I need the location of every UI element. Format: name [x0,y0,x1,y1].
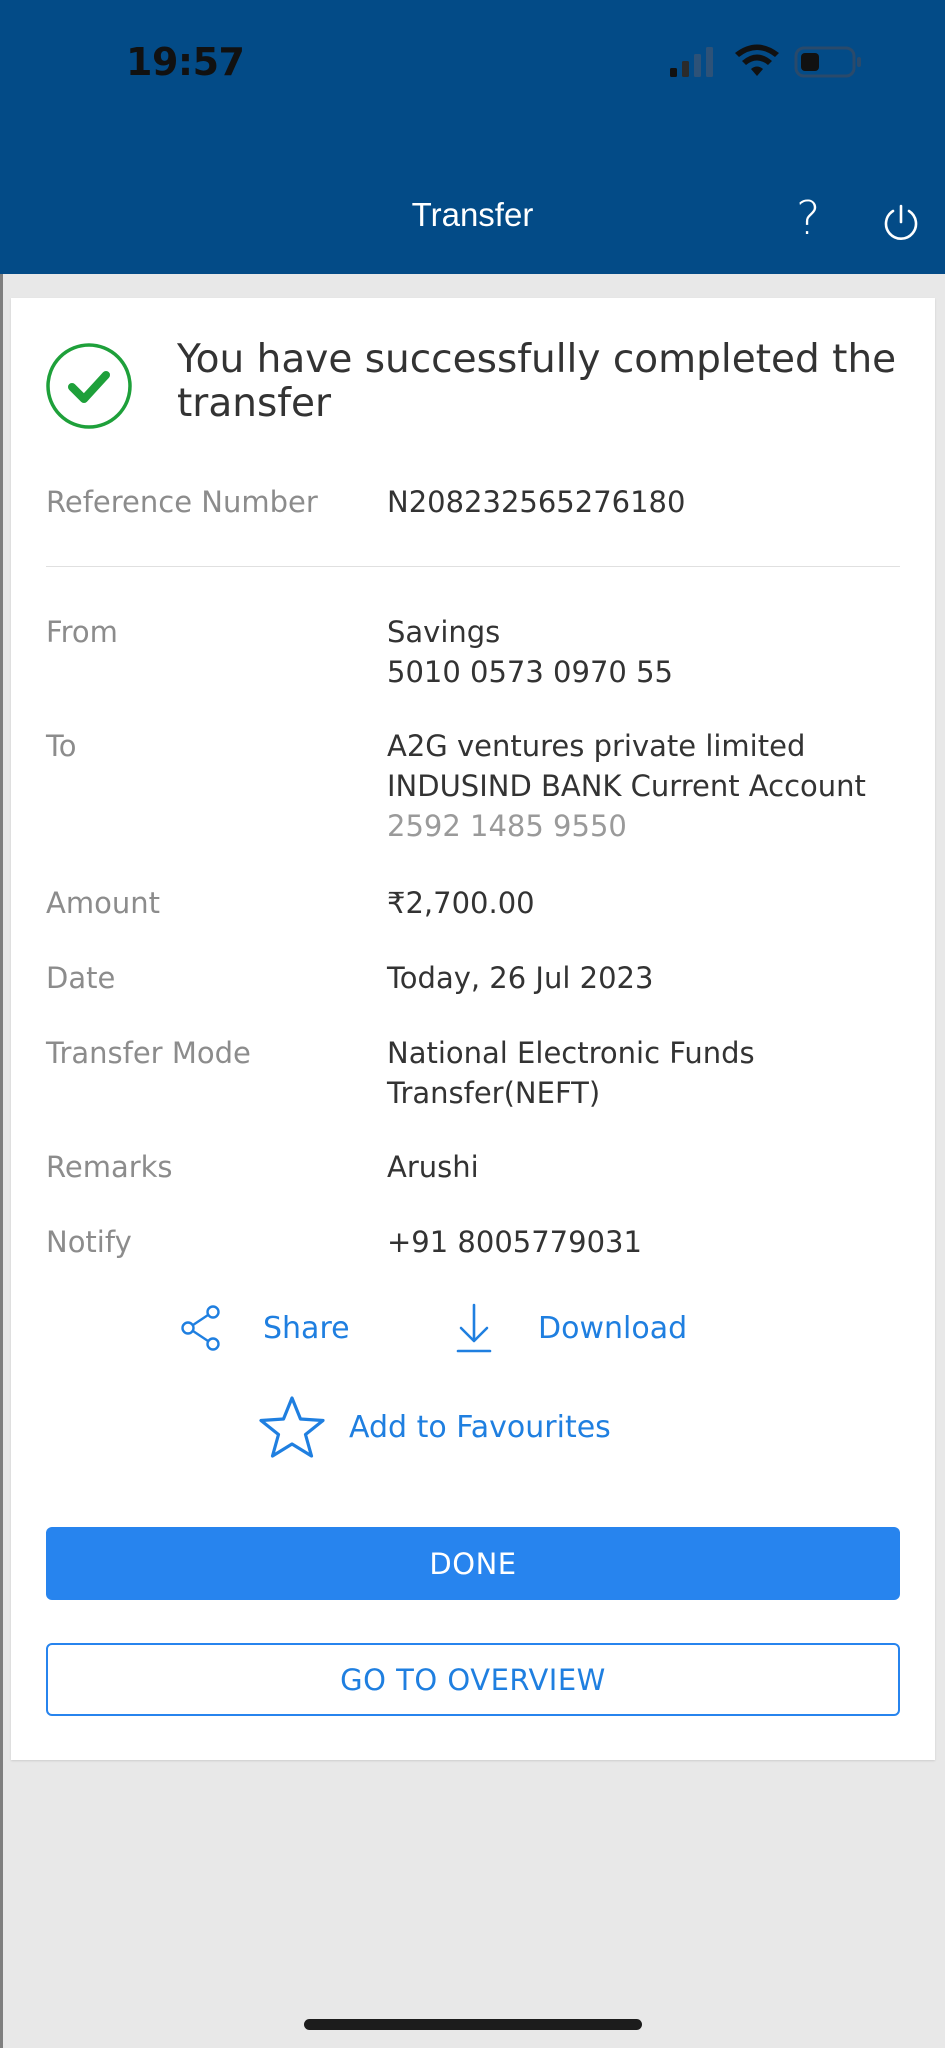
transfer-mode-line1: National Electronic Funds [387,1036,755,1070]
amount-value: ₹2,700.00 [387,886,535,920]
status-time: 19:57 [126,40,245,84]
screen-edge [0,274,3,2048]
go-to-overview-button[interactable]: GO TO OVERVIEW [46,1643,900,1716]
reference-label: Reference Number [46,485,318,519]
from-label: From [46,615,118,649]
status-icons [668,44,868,84]
from-account-number: 5010 0573 0970 55 [387,655,673,689]
remarks-value: Arushi [387,1150,479,1184]
reference-value: N208232565276180 [387,485,686,519]
notify-label: Notify [46,1225,132,1259]
signal-icon [670,47,713,77]
to-label: To [46,729,77,763]
download-icon [456,1303,492,1353]
transfer-mode-line2: Transfer(NEFT) [387,1076,601,1110]
done-button[interactable]: DONE [46,1527,900,1600]
payee-bank: INDUSIND BANK Current Account [387,769,866,803]
help-button[interactable]: ? [796,195,820,241]
date-label: Date [46,961,116,995]
amount-label: Amount [46,886,160,920]
remarks-label: Remarks [46,1150,173,1184]
add-to-favourites-button[interactable]: Add to Favourites [256,1394,611,1460]
download-label: Download [538,1310,688,1346]
date-value: Today, 26 Jul 2023 [387,961,654,995]
power-icon[interactable] [879,200,923,244]
transfer-receipt-card: You have successfully completed the tran… [11,298,935,1760]
payee-account-number: 2592 1485 9550 [387,809,627,843]
check-circle-icon [46,343,132,429]
share-icon [181,1305,220,1351]
from-value: Savings 5010 0573 0970 55 [387,612,927,692]
transfer-mode-label: Transfer Mode [46,1036,251,1070]
star-icon [259,1396,325,1458]
share-button[interactable]: Share [179,1304,350,1352]
payee-name: A2G ventures private limited [387,729,806,763]
notify-value: +91 8005779031 [387,1225,642,1259]
success-message: You have successfully completed the tran… [177,337,897,426]
add-to-favourites-label: Add to Favourites [349,1409,611,1445]
wifi-icon [735,44,779,76]
from-account-type: Savings [387,615,501,649]
divider [46,566,900,567]
transfer-mode-value: National Electronic Funds Transfer(NEFT) [387,1033,927,1113]
app-header: 19:57 Transfer ? [0,0,945,274]
download-button[interactable]: Download [452,1302,687,1354]
battery-icon [794,46,861,78]
share-label: Share [263,1310,350,1346]
to-value: A2G ventures private limited INDUSIND BA… [387,726,927,846]
home-indicator[interactable] [304,2019,642,2030]
